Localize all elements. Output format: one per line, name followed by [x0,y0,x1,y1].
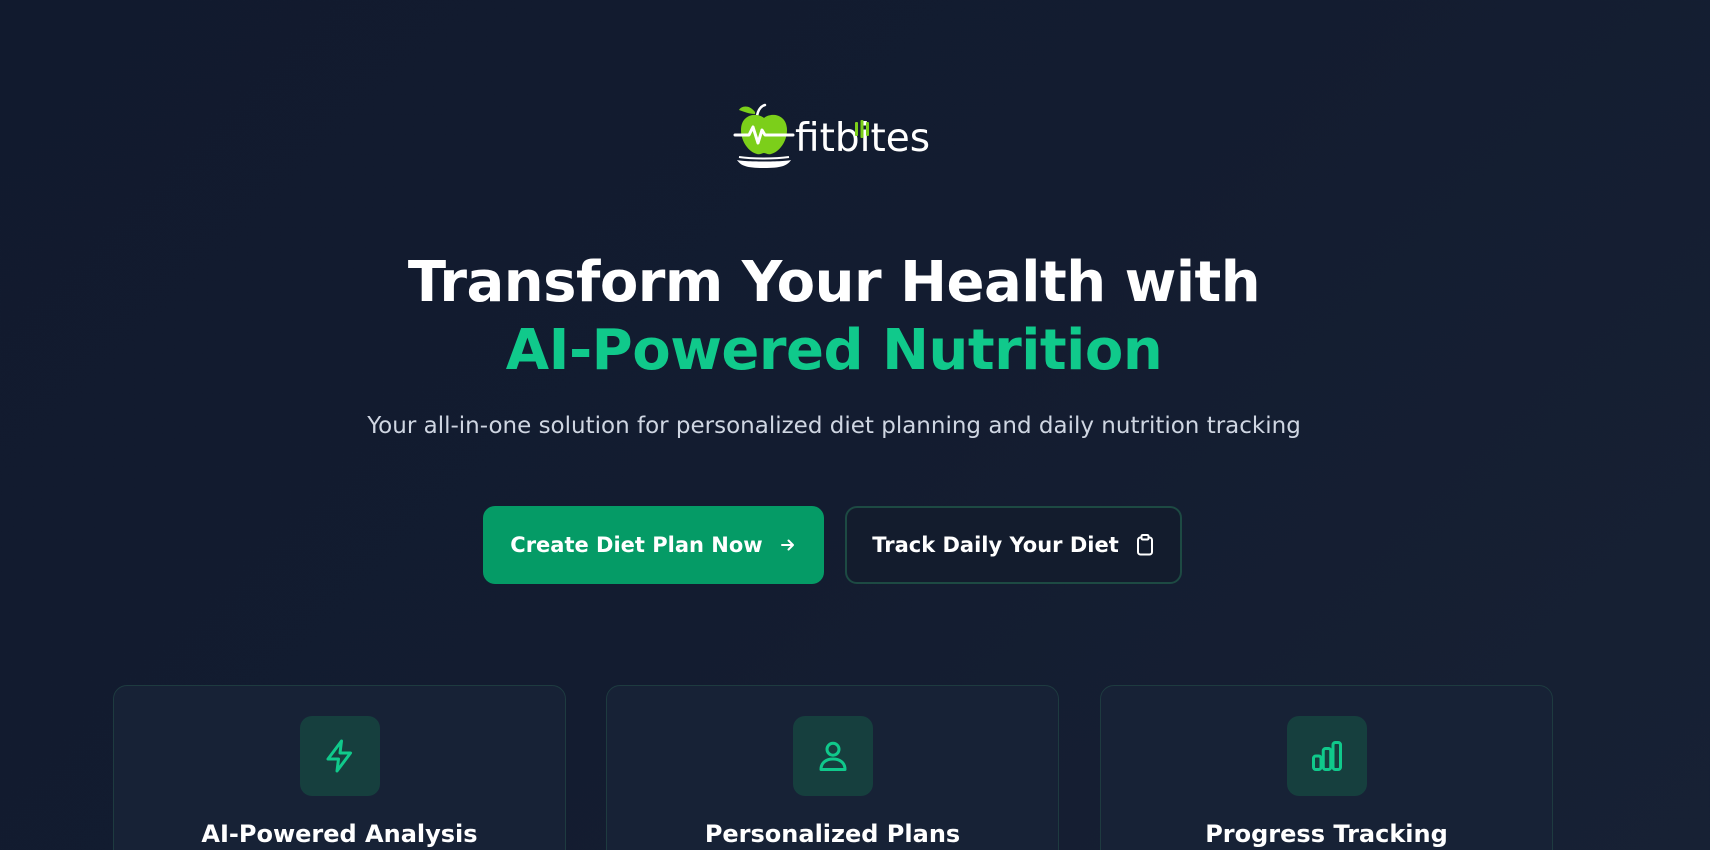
dumbbell-icon [855,119,869,138]
arrow-right-icon [779,536,797,554]
feature-title: Personalized Plans [704,820,961,848]
bar-chart-icon [1287,716,1367,796]
hero-title: Transform Your Health with [407,250,1261,315]
apple-heartbeat-icon [733,102,795,172]
track-diet-button[interactable]: Track Daily Your Diet [845,506,1182,584]
feature-title: AI-Powered Analysis [201,820,478,848]
create-diet-plan-button[interactable]: Create Diet Plan Now [483,506,824,584]
user-icon [793,716,873,796]
landing-page: fitbites Transform Your Health with AI-P… [0,0,1710,850]
brand-name: fitbites [795,116,930,161]
feature-card-personalized-plans: Personalized Plans [606,685,1059,850]
hero-subtitle: Your all-in-one solution for personalize… [367,413,1301,439]
feature-card-progress-tracking: Progress Tracking [1100,685,1553,850]
clipboard-icon [1135,534,1155,556]
track-diet-label: Track Daily Your Diet [872,533,1119,557]
lightning-icon [300,716,380,796]
hero-title-highlight: AI-Powered Nutrition [505,318,1163,383]
brand-logo[interactable]: fitbites [733,102,930,172]
create-diet-plan-label: Create Diet Plan Now [510,533,763,557]
feature-card-ai-analysis: AI-Powered Analysis [113,685,566,850]
feature-title: Progress Tracking [1205,820,1448,848]
